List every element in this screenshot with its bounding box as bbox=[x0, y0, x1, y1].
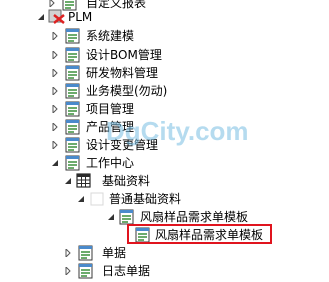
form-icon bbox=[133, 227, 151, 243]
form-icon bbox=[76, 245, 94, 261]
form-icon bbox=[63, 28, 81, 44]
collapsed-arrow-icon[interactable] bbox=[50, 86, 60, 96]
form-icon bbox=[63, 101, 81, 117]
tree-item-label: PLM bbox=[68, 10, 93, 24]
tree-item-label: 项目管理 bbox=[86, 102, 135, 116]
tree-item-design-bom[interactable]: 设计BOM管理 bbox=[0, 46, 200, 64]
tree-item-common-basic-data[interactable]: 普通基础资料 bbox=[0, 190, 240, 208]
tree-item-label: 工作中心 bbox=[86, 156, 135, 170]
form-icon bbox=[63, 83, 81, 99]
tree-item-system-modeling[interactable]: 系统建模 bbox=[0, 27, 200, 45]
tree-item-documents[interactable]: 单据 bbox=[0, 244, 200, 262]
collapsed-arrow-icon[interactable] bbox=[50, 104, 60, 114]
collapsed-arrow-icon[interactable] bbox=[50, 31, 60, 41]
tree-item-label: 产品管理 bbox=[86, 120, 135, 134]
collapsed-arrow-icon[interactable] bbox=[47, 0, 57, 8]
plm-root-icon bbox=[48, 9, 66, 25]
form-icon bbox=[63, 119, 81, 135]
tree-item-fan-sample-template-selected[interactable]: 风扇样品需求单模板 bbox=[0, 226, 280, 244]
tree-item-basic-data[interactable]: 基础资料 bbox=[0, 172, 220, 190]
collapsed-arrow-icon[interactable] bbox=[50, 50, 60, 60]
expanded-arrow-icon[interactable] bbox=[50, 158, 60, 168]
form-icon bbox=[76, 263, 94, 279]
tree-item-label: 风扇样品需求单模板 bbox=[140, 210, 249, 224]
tree-item-product[interactable]: 产品管理 bbox=[0, 118, 200, 136]
expanded-arrow-icon[interactable] bbox=[36, 12, 46, 22]
form-icon bbox=[63, 155, 81, 171]
expanded-arrow-icon[interactable] bbox=[63, 176, 73, 186]
expanded-arrow-icon[interactable] bbox=[76, 194, 86, 204]
tree-item-label: 单据 bbox=[102, 246, 127, 260]
tree-item-label: 研发物料管理 bbox=[86, 66, 159, 80]
tree-item-log-documents[interactable]: 日志单据 bbox=[0, 262, 200, 280]
tree-item-plm[interactable]: PLM bbox=[0, 8, 200, 26]
tree-item-rd-material[interactable]: 研发物料管理 bbox=[0, 64, 200, 82]
collapsed-arrow-icon[interactable] bbox=[50, 68, 60, 78]
tree-item-business-model[interactable]: 业务模型(勿动) bbox=[0, 82, 200, 100]
tree-item-label: 风扇样品需求单模板 bbox=[155, 228, 264, 242]
tree-item-project[interactable]: 项目管理 bbox=[0, 100, 200, 118]
form-icon bbox=[117, 209, 135, 225]
collapsed-arrow-icon[interactable] bbox=[50, 122, 60, 132]
form-icon bbox=[63, 65, 81, 81]
tree-item-design-change[interactable]: 设计变更管理 bbox=[0, 136, 200, 154]
tree-item-label: 普通基础资料 bbox=[109, 192, 182, 206]
tree-item-label: 设计BOM管理 bbox=[86, 48, 162, 62]
form-icon bbox=[63, 137, 81, 153]
collapsed-arrow-icon[interactable] bbox=[63, 248, 73, 258]
tree-item-label: 基础资料 bbox=[102, 174, 151, 188]
tree-item-work-center[interactable]: 工作中心 bbox=[0, 154, 200, 172]
collapsed-arrow-icon[interactable] bbox=[50, 140, 60, 150]
expanded-arrow-icon[interactable] bbox=[106, 212, 116, 222]
tree-view: 自定义报表 PLM 系统建模 设计BOM管理 研发物料管理 业务模型(勿动) 项… bbox=[0, 0, 329, 280]
tree-item-fan-sample-template[interactable]: 风扇样品需求单模板 bbox=[0, 208, 280, 226]
grid-icon bbox=[75, 173, 93, 189]
form-icon bbox=[63, 47, 81, 63]
tree-item-label: 设计变更管理 bbox=[86, 138, 159, 152]
blank-icon bbox=[88, 191, 106, 207]
collapsed-arrow-icon[interactable] bbox=[63, 266, 73, 276]
tree-item-label: 系统建模 bbox=[86, 29, 135, 43]
tree-item-label: 业务模型(勿动) bbox=[86, 84, 168, 98]
tree-item-label: 日志单据 bbox=[102, 264, 151, 278]
